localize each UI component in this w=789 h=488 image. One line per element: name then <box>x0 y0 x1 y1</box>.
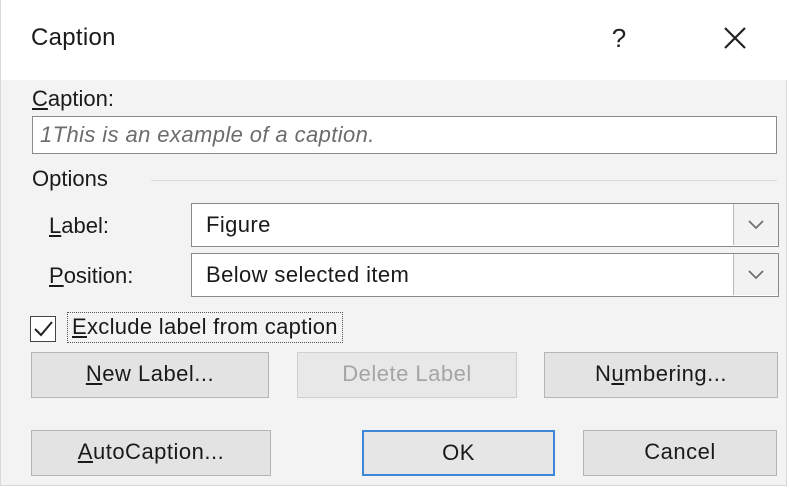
exclude-label-accel: E <box>72 314 87 339</box>
label-select-dropdown-button[interactable] <box>733 204 778 245</box>
autocaption-accel: A <box>77 439 93 464</box>
numbering-pre: N <box>595 361 612 386</box>
autocaption-button[interactable]: AutoCaption... <box>31 430 271 476</box>
new-label-button[interactable]: New Label... <box>31 352 269 398</box>
numbering-rest: mbering... <box>624 361 727 386</box>
title-bar: Caption ? <box>1 0 788 80</box>
position-select[interactable]: Below selected item <box>191 253 779 297</box>
delete-label-button[interactable]: Delete Label <box>297 352 517 398</box>
label-select-value: Figure <box>206 212 271 237</box>
new-label-rest: ew Label... <box>102 361 215 386</box>
numbering-accel: u <box>611 361 625 386</box>
ok-button[interactable]: OK <box>362 430 555 476</box>
options-divider <box>151 180 777 181</box>
exclude-label-text[interactable]: Exclude label from caption <box>67 312 343 343</box>
help-button[interactable]: ? <box>599 18 639 58</box>
caption-label: Caption: <box>32 86 114 112</box>
label-field-label: Label: <box>49 213 109 239</box>
exclude-label-rest: xclude label from caption <box>86 314 338 339</box>
position-select-dropdown-button[interactable] <box>733 254 778 295</box>
numbering-button[interactable]: Numbering... <box>544 352 778 398</box>
close-icon <box>724 27 746 49</box>
checkmark-icon <box>34 321 53 337</box>
position-field-accel: P <box>49 263 64 288</box>
exclude-label-checkbox[interactable] <box>30 316 56 342</box>
position-select-value: Below selected item <box>206 262 410 287</box>
caption-label-accel: C <box>32 86 48 111</box>
caption-label-rest: aption: <box>47 86 114 111</box>
caption-input[interactable]: 1This is an example of a caption. <box>32 116 777 154</box>
label-select[interactable]: Figure <box>191 203 779 247</box>
close-button[interactable] <box>715 18 755 58</box>
chevron-down-icon <box>748 270 764 280</box>
chevron-down-icon <box>748 220 764 230</box>
position-field-label: Position: <box>49 263 133 289</box>
cancel-button[interactable]: Cancel <box>583 430 777 476</box>
options-group-title: Options <box>32 166 108 191</box>
new-label-accel: N <box>85 361 103 386</box>
autocaption-rest: utoCaption... <box>92 439 225 464</box>
label-field-rest: abel: <box>61 213 109 238</box>
position-field-rest: osition: <box>63 263 134 288</box>
label-field-accel: L <box>49 213 62 238</box>
caption-dialog: Caption ? Caption: 1This is an example o… <box>0 0 788 486</box>
dialog-title: Caption <box>31 24 116 51</box>
